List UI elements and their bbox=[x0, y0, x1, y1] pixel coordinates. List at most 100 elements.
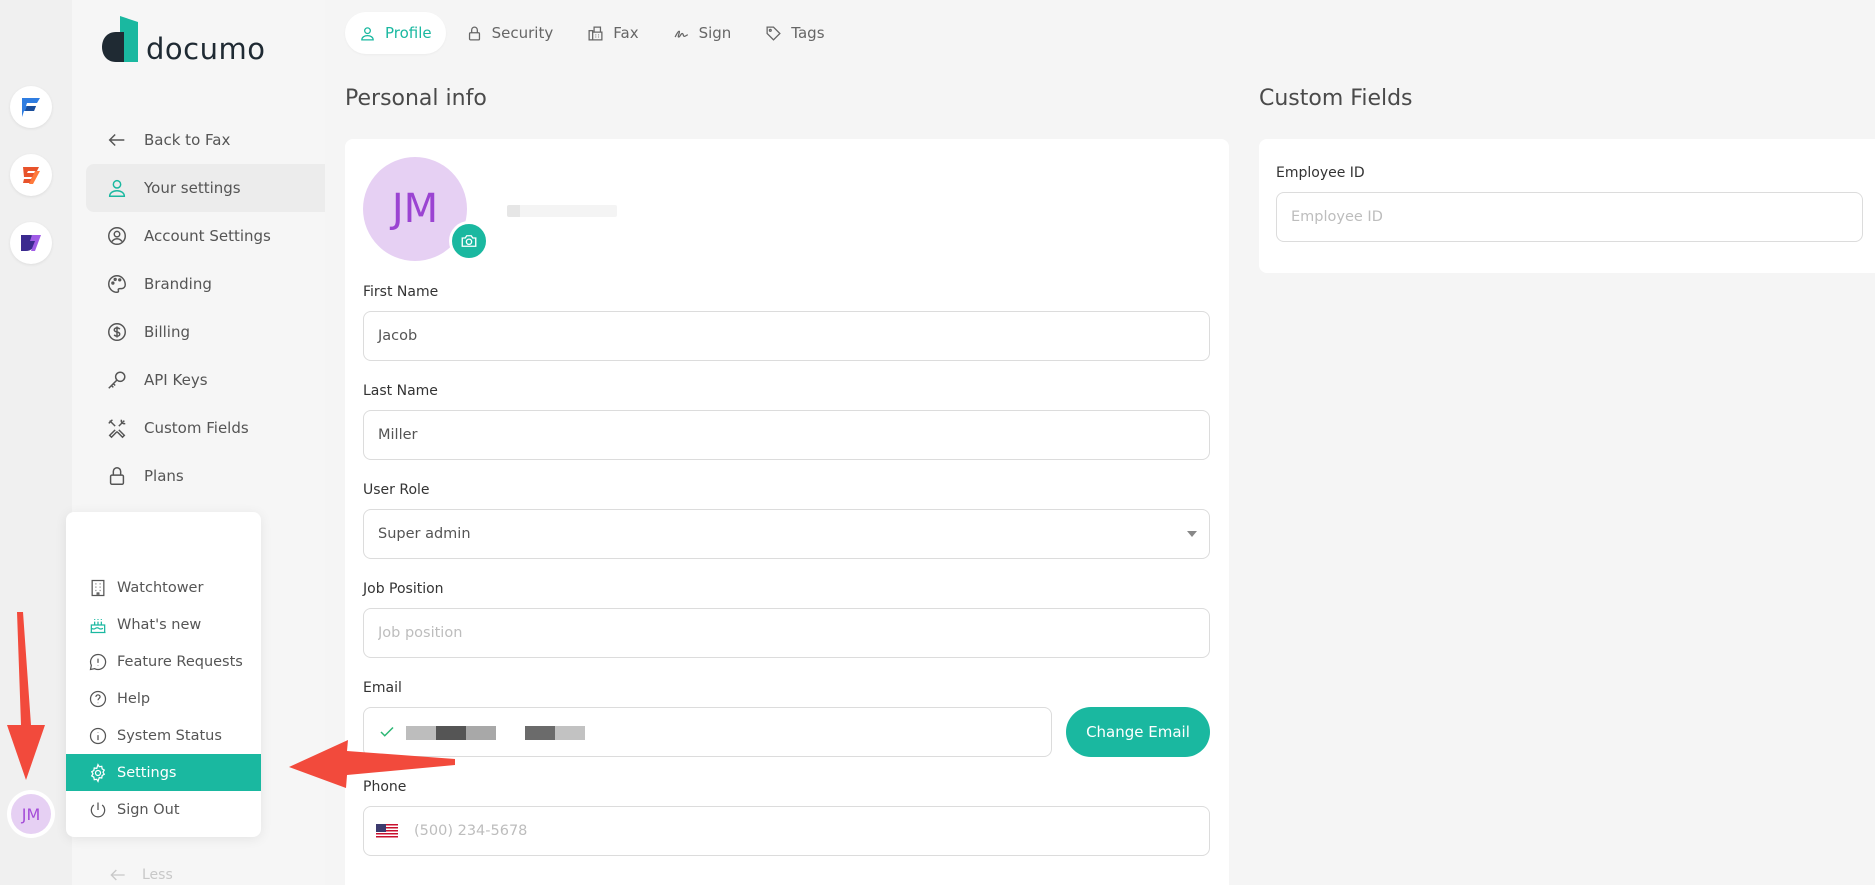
sidebar-item-branding[interactable]: Branding bbox=[86, 260, 325, 308]
sign-app-icon[interactable] bbox=[10, 154, 52, 196]
sidebar-item-account-settings[interactable]: Account Settings bbox=[86, 212, 325, 260]
user-role-value: Super admin bbox=[378, 526, 471, 542]
settings-tabs: Profile Security Fax Sign Tags bbox=[345, 12, 839, 54]
phone-label: Phone bbox=[363, 779, 407, 795]
avatar: JM bbox=[11, 794, 51, 834]
dollar-icon bbox=[108, 323, 126, 341]
tab-fax[interactable]: Fax bbox=[573, 12, 652, 54]
power-icon bbox=[90, 802, 106, 817]
redacted-email-part bbox=[555, 726, 585, 740]
sidebar-item-your-settings[interactable]: Your settings bbox=[86, 164, 325, 212]
job-position-label: Job Position bbox=[363, 581, 444, 597]
chevron-down-icon bbox=[1187, 531, 1197, 537]
last-name-label: Last Name bbox=[363, 383, 438, 399]
user-role-label: User Role bbox=[363, 482, 430, 498]
info-icon bbox=[89, 727, 107, 744]
signature-icon bbox=[674, 30, 688, 38]
arrow-left-icon bbox=[108, 133, 125, 147]
redacted-email-part bbox=[466, 726, 496, 740]
sidebar-item-label: Branding bbox=[144, 275, 212, 293]
last-name-field[interactable]: Miller bbox=[363, 410, 1210, 460]
redacted-email-part bbox=[406, 726, 436, 740]
menu-item-label: System Status bbox=[117, 727, 222, 744]
sidebar-item-back-to-fax[interactable]: Back to Fax bbox=[86, 116, 325, 164]
sidebar-item-label: Custom Fields bbox=[144, 419, 249, 437]
custom-fields-card: Employee ID bbox=[1259, 139, 1875, 273]
redacted-email-part bbox=[436, 726, 466, 740]
menu-item-system-status[interactable]: System Status bbox=[66, 717, 261, 754]
cake-icon bbox=[90, 618, 106, 633]
palette-icon bbox=[108, 275, 126, 293]
employee-id-input[interactable] bbox=[1276, 192, 1863, 242]
job-position-input[interactable] bbox=[363, 608, 1210, 658]
tab-profile[interactable]: Profile bbox=[345, 12, 446, 54]
sidebar-item-billing[interactable]: Billing bbox=[86, 308, 325, 356]
sidebar-item-label: Your settings bbox=[144, 179, 241, 197]
menu-item-label: Feature Requests bbox=[117, 653, 243, 670]
user-icon bbox=[361, 26, 374, 41]
tab-sign[interactable]: Sign bbox=[659, 12, 746, 54]
check-icon bbox=[380, 726, 394, 737]
tools-icon bbox=[108, 419, 126, 439]
sidebar-item-label: Account Settings bbox=[144, 227, 271, 245]
user-icon bbox=[108, 179, 126, 197]
lock-icon bbox=[109, 467, 125, 485]
sidebar-item-api-keys[interactable]: API Keys bbox=[86, 356, 325, 404]
building-icon bbox=[91, 579, 105, 596]
menu-item-label: Watchtower bbox=[117, 579, 204, 596]
message-alert-icon bbox=[89, 653, 107, 670]
tab-label: Fax bbox=[613, 24, 639, 42]
brand-name: documo bbox=[146, 32, 266, 66]
redacted-display-name bbox=[507, 205, 617, 217]
less-toggle[interactable]: Less bbox=[108, 865, 173, 885]
help-icon bbox=[89, 690, 107, 707]
menu-item-whats-new[interactable]: What's new bbox=[66, 606, 261, 643]
menu-item-feature-requests[interactable]: Feature Requests bbox=[66, 643, 261, 680]
sidebar-item-plans[interactable]: Plans bbox=[86, 452, 325, 500]
less-label: Less bbox=[142, 867, 173, 883]
app-rail: JM bbox=[0, 0, 72, 885]
employee-id-label: Employee ID bbox=[1276, 165, 1365, 181]
menu-item-label: Settings bbox=[117, 764, 177, 781]
arrow-left-icon bbox=[110, 869, 125, 881]
tab-tags[interactable]: Tags bbox=[751, 12, 838, 54]
documo-logo-icon bbox=[102, 16, 138, 62]
tab-label: Tags bbox=[791, 24, 825, 42]
email-label: Email bbox=[363, 680, 402, 696]
user-role-select[interactable]: Super admin bbox=[363, 509, 1210, 559]
change-email-button[interactable]: Change Email bbox=[1066, 707, 1210, 757]
fax-app-icon[interactable] bbox=[10, 86, 52, 128]
camera-icon bbox=[461, 235, 477, 247]
fax-icon bbox=[588, 25, 603, 41]
tab-security[interactable]: Security bbox=[452, 12, 568, 54]
key-icon bbox=[108, 371, 126, 389]
personal-info-title: Personal info bbox=[345, 86, 487, 111]
tab-label: Profile bbox=[385, 24, 432, 42]
menu-item-label: What's new bbox=[117, 616, 202, 633]
lock-icon bbox=[468, 26, 480, 41]
personal-info-card: JM First Name Jacob Last Name Miller Use… bbox=[345, 139, 1229, 885]
tab-label: Sign bbox=[698, 24, 732, 42]
menu-item-watchtower[interactable]: Watchtower bbox=[66, 569, 261, 606]
menu-item-settings[interactable]: Settings bbox=[66, 754, 261, 791]
custom-fields-title: Custom Fields bbox=[1259, 86, 1413, 111]
sidebar-item-label: API Keys bbox=[144, 371, 208, 389]
phone-field[interactable]: (500) 234-5678 bbox=[363, 806, 1210, 856]
user-avatar-button[interactable]: JM bbox=[7, 790, 55, 838]
us-flag-icon[interactable] bbox=[376, 823, 398, 839]
change-photo-button[interactable] bbox=[449, 221, 489, 261]
email-field[interactable] bbox=[363, 707, 1052, 757]
first-name-field[interactable]: Jacob bbox=[363, 311, 1210, 361]
phone-placeholder: (500) 234-5678 bbox=[414, 823, 528, 839]
menu-item-label: Sign Out bbox=[117, 801, 180, 818]
tab-label: Security bbox=[491, 24, 554, 42]
user-circle-icon bbox=[108, 227, 126, 245]
sidebar-item-label: Plans bbox=[144, 467, 184, 485]
sidebar-item-label: Back to Fax bbox=[144, 131, 231, 149]
menu-item-help[interactable]: Help bbox=[66, 680, 261, 717]
sidebar-item-custom-fields[interactable]: Custom Fields bbox=[86, 404, 325, 452]
docs-app-icon[interactable] bbox=[10, 222, 52, 264]
menu-item-label: Help bbox=[117, 690, 151, 707]
documo-logo[interactable]: documo bbox=[102, 16, 265, 64]
menu-item-sign-out[interactable]: Sign Out bbox=[66, 791, 261, 828]
